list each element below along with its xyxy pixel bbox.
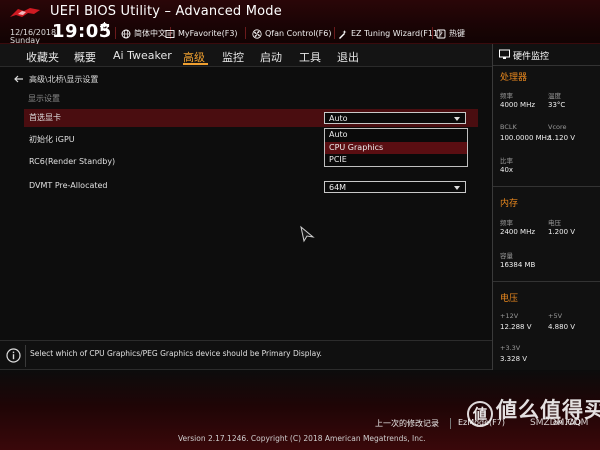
header-separator — [115, 27, 116, 39]
section-title: 显示设置 — [28, 94, 60, 103]
favorite-icon — [165, 29, 175, 38]
qfan-control-button[interactable]: Qfan Control(F6) — [252, 27, 331, 40]
monitor-icon — [499, 49, 510, 59]
tab-monitor[interactable]: 监控 — [222, 49, 244, 65]
v12-value: 12.288 V — [500, 323, 532, 331]
vcore-label: Vcore — [548, 123, 567, 131]
mem-volt-label: 电压 — [548, 219, 561, 227]
tab-boot[interactable]: 启动 — [260, 49, 282, 65]
setting-label: DVMT Pre-Allocated — [29, 181, 108, 190]
chevron-down-icon — [454, 117, 460, 121]
mouse-cursor-icon — [300, 225, 315, 243]
select-value: Auto — [329, 114, 348, 123]
sidebar-divider — [493, 186, 600, 187]
tab-ai-tweaker[interactable]: Ai Tweaker — [113, 49, 172, 62]
cpu-heading: 处理器 — [500, 73, 528, 83]
primary-display-select[interactable]: Auto — [324, 112, 466, 124]
help-divider — [25, 345, 26, 367]
myfavorite-label: MyFavorite(F3) — [178, 29, 238, 38]
footer-separator — [450, 418, 451, 429]
breadcrumb-path: 高级\北桥\显示设置 — [29, 74, 99, 84]
tab-tool[interactable]: 工具 — [299, 49, 321, 65]
watermark-logo-icon: 値 — [467, 401, 493, 427]
tab-exit[interactable]: 退出 — [337, 49, 359, 65]
version-copyright: Version 2.17.1246. Copyright (C) 2018 Am… — [178, 434, 426, 443]
tab-favorites[interactable]: 收藏夹 — [26, 49, 59, 65]
hotkeys-label: 热键 — [449, 29, 465, 38]
select-value: 64M — [329, 183, 347, 192]
v5-value: 4.880 V — [548, 323, 576, 331]
svg-text:値: 値 — [472, 406, 487, 423]
fan-icon — [252, 28, 262, 39]
voltage-heading: 电压 — [500, 294, 519, 304]
language-button[interactable]: 简体中文 — [121, 27, 166, 40]
bios-window: UEFI BIOS Utility – Advanced Mode 12/16/… — [0, 0, 600, 450]
cpu-temp-value: 33°C — [548, 101, 566, 109]
help-bar: Select which of CPU Graphics/PEG Graphic… — [0, 340, 492, 370]
setting-row-primary-display[interactable]: 首选显卡 Auto — [24, 109, 478, 127]
cpu-freq-value: 4000 MHz — [500, 101, 536, 109]
ratio-value: 40x — [500, 166, 514, 174]
v33-value: 3.328 V — [500, 355, 528, 363]
mem-freq-label: 频率 — [500, 219, 513, 227]
chevron-down-icon — [454, 186, 460, 190]
app-title: UEFI BIOS Utility – Advanced Mode — [50, 4, 282, 19]
cpu-freq-label: 频率 — [500, 92, 513, 100]
setting-label: RC6(Render Standby) — [29, 157, 116, 166]
setting-label: 初始化 iGPU — [29, 135, 75, 144]
watermark-subtext: SMZDM.COM — [530, 418, 589, 428]
vcore-value: 1.120 V — [548, 134, 576, 142]
help-description: Select which of CPU Graphics/PEG Graphic… — [30, 349, 322, 358]
dropdown-option-auto[interactable]: Auto — [325, 129, 467, 141]
dropdown-option-cpu-graphics[interactable]: CPU Graphics — [325, 142, 467, 154]
mem-freq-value: 2400 MHz — [500, 228, 536, 236]
tab-main[interactable]: 概要 — [74, 49, 96, 65]
globe-icon — [121, 29, 131, 38]
last-modified-button[interactable]: 上一次的修改记录 — [375, 418, 439, 429]
v12-label: +12V — [500, 312, 519, 320]
mem-cap-label: 容量 — [500, 252, 513, 260]
header-separator — [432, 27, 433, 39]
rog-logo-icon — [10, 8, 40, 17]
help-icon: ? — [436, 29, 446, 38]
header-bar: UEFI BIOS Utility – Advanced Mode 12/16/… — [0, 0, 600, 45]
ez-tuning-button[interactable]: EZ Tuning Wizard(F11) — [338, 27, 441, 40]
bclk-value: 100.0000 MHz — [500, 134, 551, 142]
setting-row-dvmt[interactable]: DVMT Pre-Allocated 64M — [24, 178, 478, 196]
mem-volt-value: 1.200 V — [548, 228, 576, 236]
settings-panel: 高级\北桥\显示设置 显示设置 首选显卡 Auto 初始化 iGPU RC6(R… — [0, 67, 492, 340]
dropdown-option-pcie[interactable]: PCIE — [325, 154, 467, 166]
v5-label: +5V — [548, 312, 563, 320]
info-icon — [6, 348, 21, 363]
footer-bar: 上一次的修改记录 EzMode(F7) on FAQ Version 2.17.… — [0, 370, 600, 450]
main-tab-bar: 收藏夹 概要 Ai Tweaker 高级 监控 启动 工具 退出 — [0, 44, 492, 67]
language-label: 简体中文 — [134, 29, 166, 38]
gear-icon[interactable] — [100, 22, 109, 31]
dvmt-select[interactable]: 64M — [324, 181, 466, 193]
primary-display-dropdown: Auto CPU Graphics PCIE — [324, 128, 468, 167]
ez-tuning-label: EZ Tuning Wizard(F11) — [351, 29, 442, 38]
svg-text:?: ? — [439, 30, 443, 38]
qfan-label: Qfan Control(F6) — [265, 29, 332, 38]
memory-heading: 内存 — [500, 199, 519, 209]
header-separator — [334, 27, 335, 39]
back-arrow-icon[interactable] — [14, 75, 24, 83]
sidebar-divider — [493, 281, 600, 282]
myfavorite-button[interactable]: MyFavorite(F3) — [165, 27, 238, 40]
active-tab-indicator — [183, 63, 208, 65]
setting-label: 首选显卡 — [29, 113, 61, 122]
hardware-monitor-title: 硬件监控 — [513, 52, 550, 62]
hotkeys-button[interactable]: ? 热键 — [436, 27, 465, 40]
mem-cap-value: 16384 MB — [500, 261, 536, 269]
bclk-label: BCLK — [500, 123, 517, 131]
hardware-monitor-header: 硬件监控 — [493, 44, 600, 66]
ratio-label: 比率 — [500, 157, 513, 165]
cpu-temp-label: 温度 — [548, 92, 561, 100]
hardware-monitor-sidebar: 硬件监控 处理器 频率 温度 4000 MHz 33°C BCLK Vcore … — [492, 44, 600, 379]
header-separator — [245, 27, 246, 39]
breadcrumb[interactable]: 高级\北桥\显示设置 — [14, 73, 98, 85]
v33-label: +3.3V — [500, 344, 521, 352]
tuning-icon — [339, 29, 347, 39]
